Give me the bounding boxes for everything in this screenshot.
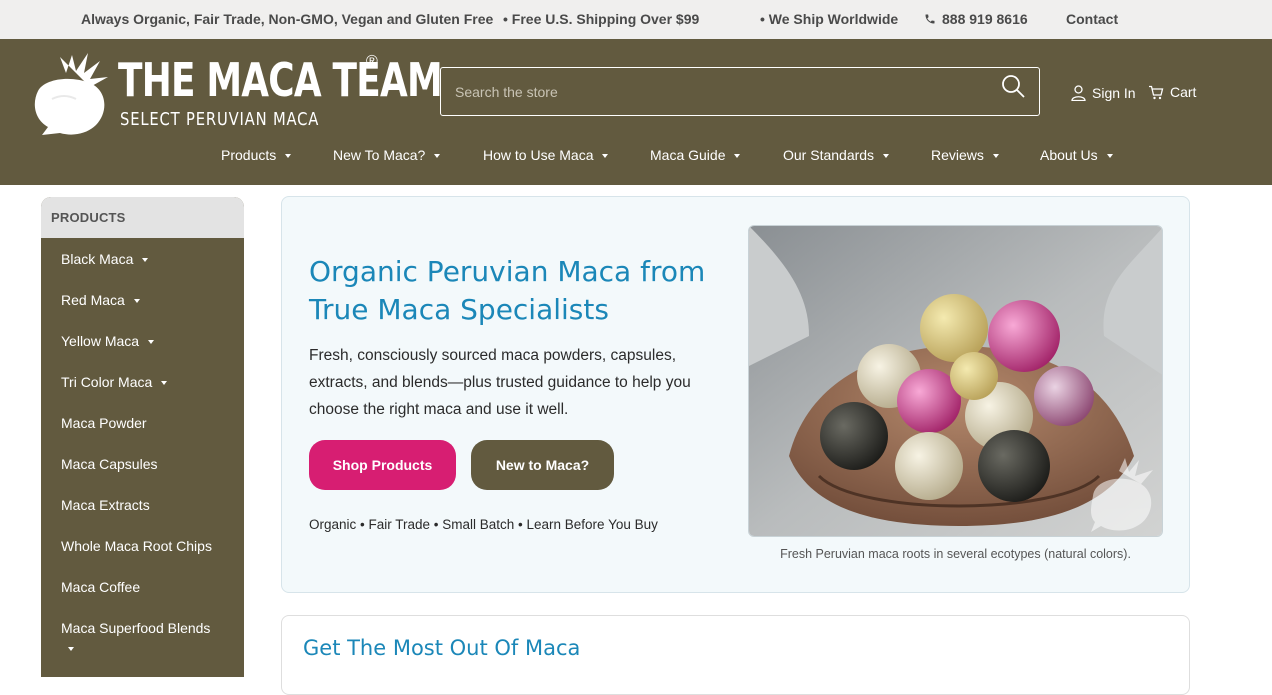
cart-label: Cart bbox=[1170, 84, 1197, 100]
chevron-down-icon[interactable] bbox=[148, 340, 155, 344]
sidebar-item-label: Tri Color Maca bbox=[61, 374, 153, 390]
search-box bbox=[440, 67, 1040, 116]
chevron-down-icon bbox=[434, 154, 441, 158]
phone-icon bbox=[925, 14, 935, 24]
sidebar-item-label: Maca Coffee bbox=[61, 579, 141, 595]
sidebar-item-label: Maca Powder bbox=[61, 415, 147, 431]
photo-caption: Fresh Peruvian maca roots in several eco… bbox=[780, 547, 1131, 561]
nav-label: How to Use Maca bbox=[483, 147, 594, 163]
maca-roots-illustration bbox=[749, 226, 1162, 536]
sidebar-item-red-maca[interactable]: Red Maca bbox=[61, 292, 140, 308]
sidebar-item-label: Whole Maca Root Chips bbox=[61, 538, 212, 554]
sign-in-label: Sign In bbox=[1092, 85, 1136, 101]
nav-maca-guide[interactable]: Maca Guide bbox=[650, 147, 741, 163]
chevron-down-icon bbox=[992, 154, 999, 158]
sidebar-item-maca-capsules[interactable]: Maca Capsules bbox=[61, 456, 158, 472]
sign-in-link[interactable]: Sign In bbox=[1071, 85, 1136, 101]
sidebar-item-label: Yellow Maca bbox=[61, 333, 140, 349]
cart-link[interactable]: Cart bbox=[1148, 84, 1196, 100]
chevron-down-icon bbox=[883, 154, 890, 158]
nav-label: Products bbox=[221, 147, 277, 163]
maca-roots-photo bbox=[748, 225, 1163, 537]
cart-icon bbox=[1149, 85, 1164, 99]
top-announcement-bar: Always Organic, Fair Trade, Non-GMO, Veg… bbox=[0, 0, 1272, 39]
sidebar-item-tri-color-maca[interactable]: Tri Color Maca bbox=[61, 374, 168, 390]
nav-new-to-maca[interactable]: New To Maca? bbox=[333, 147, 441, 163]
sidebar-item-superfood-blends[interactable]: Maca Superfood Blends bbox=[61, 620, 210, 636]
logo-subtitle: SELECT PERUVIAN MACA bbox=[120, 109, 320, 130]
logo-title: THE MACA TEAM bbox=[118, 53, 443, 107]
chevron-down-icon[interactable] bbox=[133, 299, 140, 303]
sidebar-item-black-maca[interactable]: Black Maca bbox=[61, 251, 149, 267]
contact-link[interactable]: Contact bbox=[1066, 11, 1118, 27]
nav-our-standards[interactable]: Our Standards bbox=[783, 147, 890, 163]
nav-reviews[interactable]: Reviews bbox=[931, 147, 999, 163]
site-header: THE MACA TEAM ® SELECT PERUVIAN MACA Sig… bbox=[0, 39, 1272, 185]
main-navigation: Products New To Maca? How to Use Maca Ma… bbox=[0, 147, 1272, 169]
search-icon[interactable] bbox=[1001, 74, 1027, 100]
nav-label: Reviews bbox=[931, 147, 984, 163]
chevron-down-icon bbox=[602, 154, 609, 158]
hero-tagline: Organic • Fair Trade • Small Batch • Lea… bbox=[309, 517, 658, 532]
hero-title: Organic Peruvian Maca from True Maca Spe… bbox=[309, 255, 706, 326]
nav-label: New To Maca? bbox=[333, 147, 426, 163]
chevron-down-icon[interactable] bbox=[68, 647, 74, 651]
sidebar-item-label: Black Maca bbox=[61, 251, 134, 267]
sidebar-item-label: Maca Superfood Blends bbox=[61, 620, 211, 636]
nav-label: Maca Guide bbox=[650, 147, 726, 163]
sidebar-item-yellow-maca[interactable]: Yellow Maca bbox=[61, 333, 155, 349]
get-most-card: Get The Most Out Of Maca bbox=[281, 615, 1190, 695]
worldwide-text: • We Ship Worldwide bbox=[760, 11, 899, 27]
maca-root-logo-icon bbox=[34, 53, 108, 135]
sidebar-item-label: Red Maca bbox=[61, 292, 125, 308]
sidebar-item-maca-coffee[interactable]: Maca Coffee bbox=[61, 579, 140, 595]
user-icon bbox=[1071, 85, 1086, 101]
sidebar-item-maca-powder[interactable]: Maca Powder bbox=[61, 415, 147, 431]
section-title: Get The Most Out Of Maca bbox=[303, 636, 581, 660]
hero-description: Fresh, consciously sourced maca powders,… bbox=[309, 347, 691, 418]
chevron-down-icon[interactable] bbox=[161, 381, 168, 385]
hero-card: Organic Peruvian Maca from True Maca Spe… bbox=[281, 196, 1190, 593]
phone-link[interactable]: 888 919 8616 bbox=[924, 11, 1028, 27]
sidebar-item-label: Maca Extracts bbox=[61, 497, 150, 513]
new-to-maca-button[interactable]: New to Maca? bbox=[471, 440, 614, 490]
chevron-down-icon[interactable] bbox=[142, 258, 149, 262]
nav-label: Our Standards bbox=[783, 147, 875, 163]
chevron-down-icon bbox=[285, 154, 292, 158]
phone-number: 888 919 8616 bbox=[942, 11, 1028, 27]
chevron-down-icon bbox=[734, 154, 741, 158]
nav-how-to-use[interactable]: How to Use Maca bbox=[483, 147, 609, 163]
chevron-down-icon bbox=[1106, 154, 1113, 158]
promo-text: Always Organic, Fair Trade, Non-GMO, Veg… bbox=[81, 11, 494, 27]
sidebar-item-label: Maca Capsules bbox=[61, 456, 158, 472]
nav-label: About Us bbox=[1040, 147, 1098, 163]
sidebar-item-maca-extracts[interactable]: Maca Extracts bbox=[61, 497, 150, 513]
sidebar-heading: PRODUCTS bbox=[41, 197, 244, 238]
products-sidebar: PRODUCTS Black Maca Red Maca Yellow Maca… bbox=[41, 197, 244, 677]
shipping-text: • Free U.S. Shipping Over $99 bbox=[503, 11, 700, 27]
shop-products-button[interactable]: Shop Products bbox=[309, 440, 456, 490]
sidebar-item-maca-root-chips[interactable]: Whole Maca Root Chips bbox=[61, 538, 212, 554]
nav-about-us[interactable]: About Us bbox=[1040, 147, 1113, 163]
registered-mark: ® bbox=[366, 53, 378, 70]
nav-products[interactable]: Products bbox=[221, 147, 292, 163]
search-input[interactable] bbox=[441, 68, 1039, 115]
